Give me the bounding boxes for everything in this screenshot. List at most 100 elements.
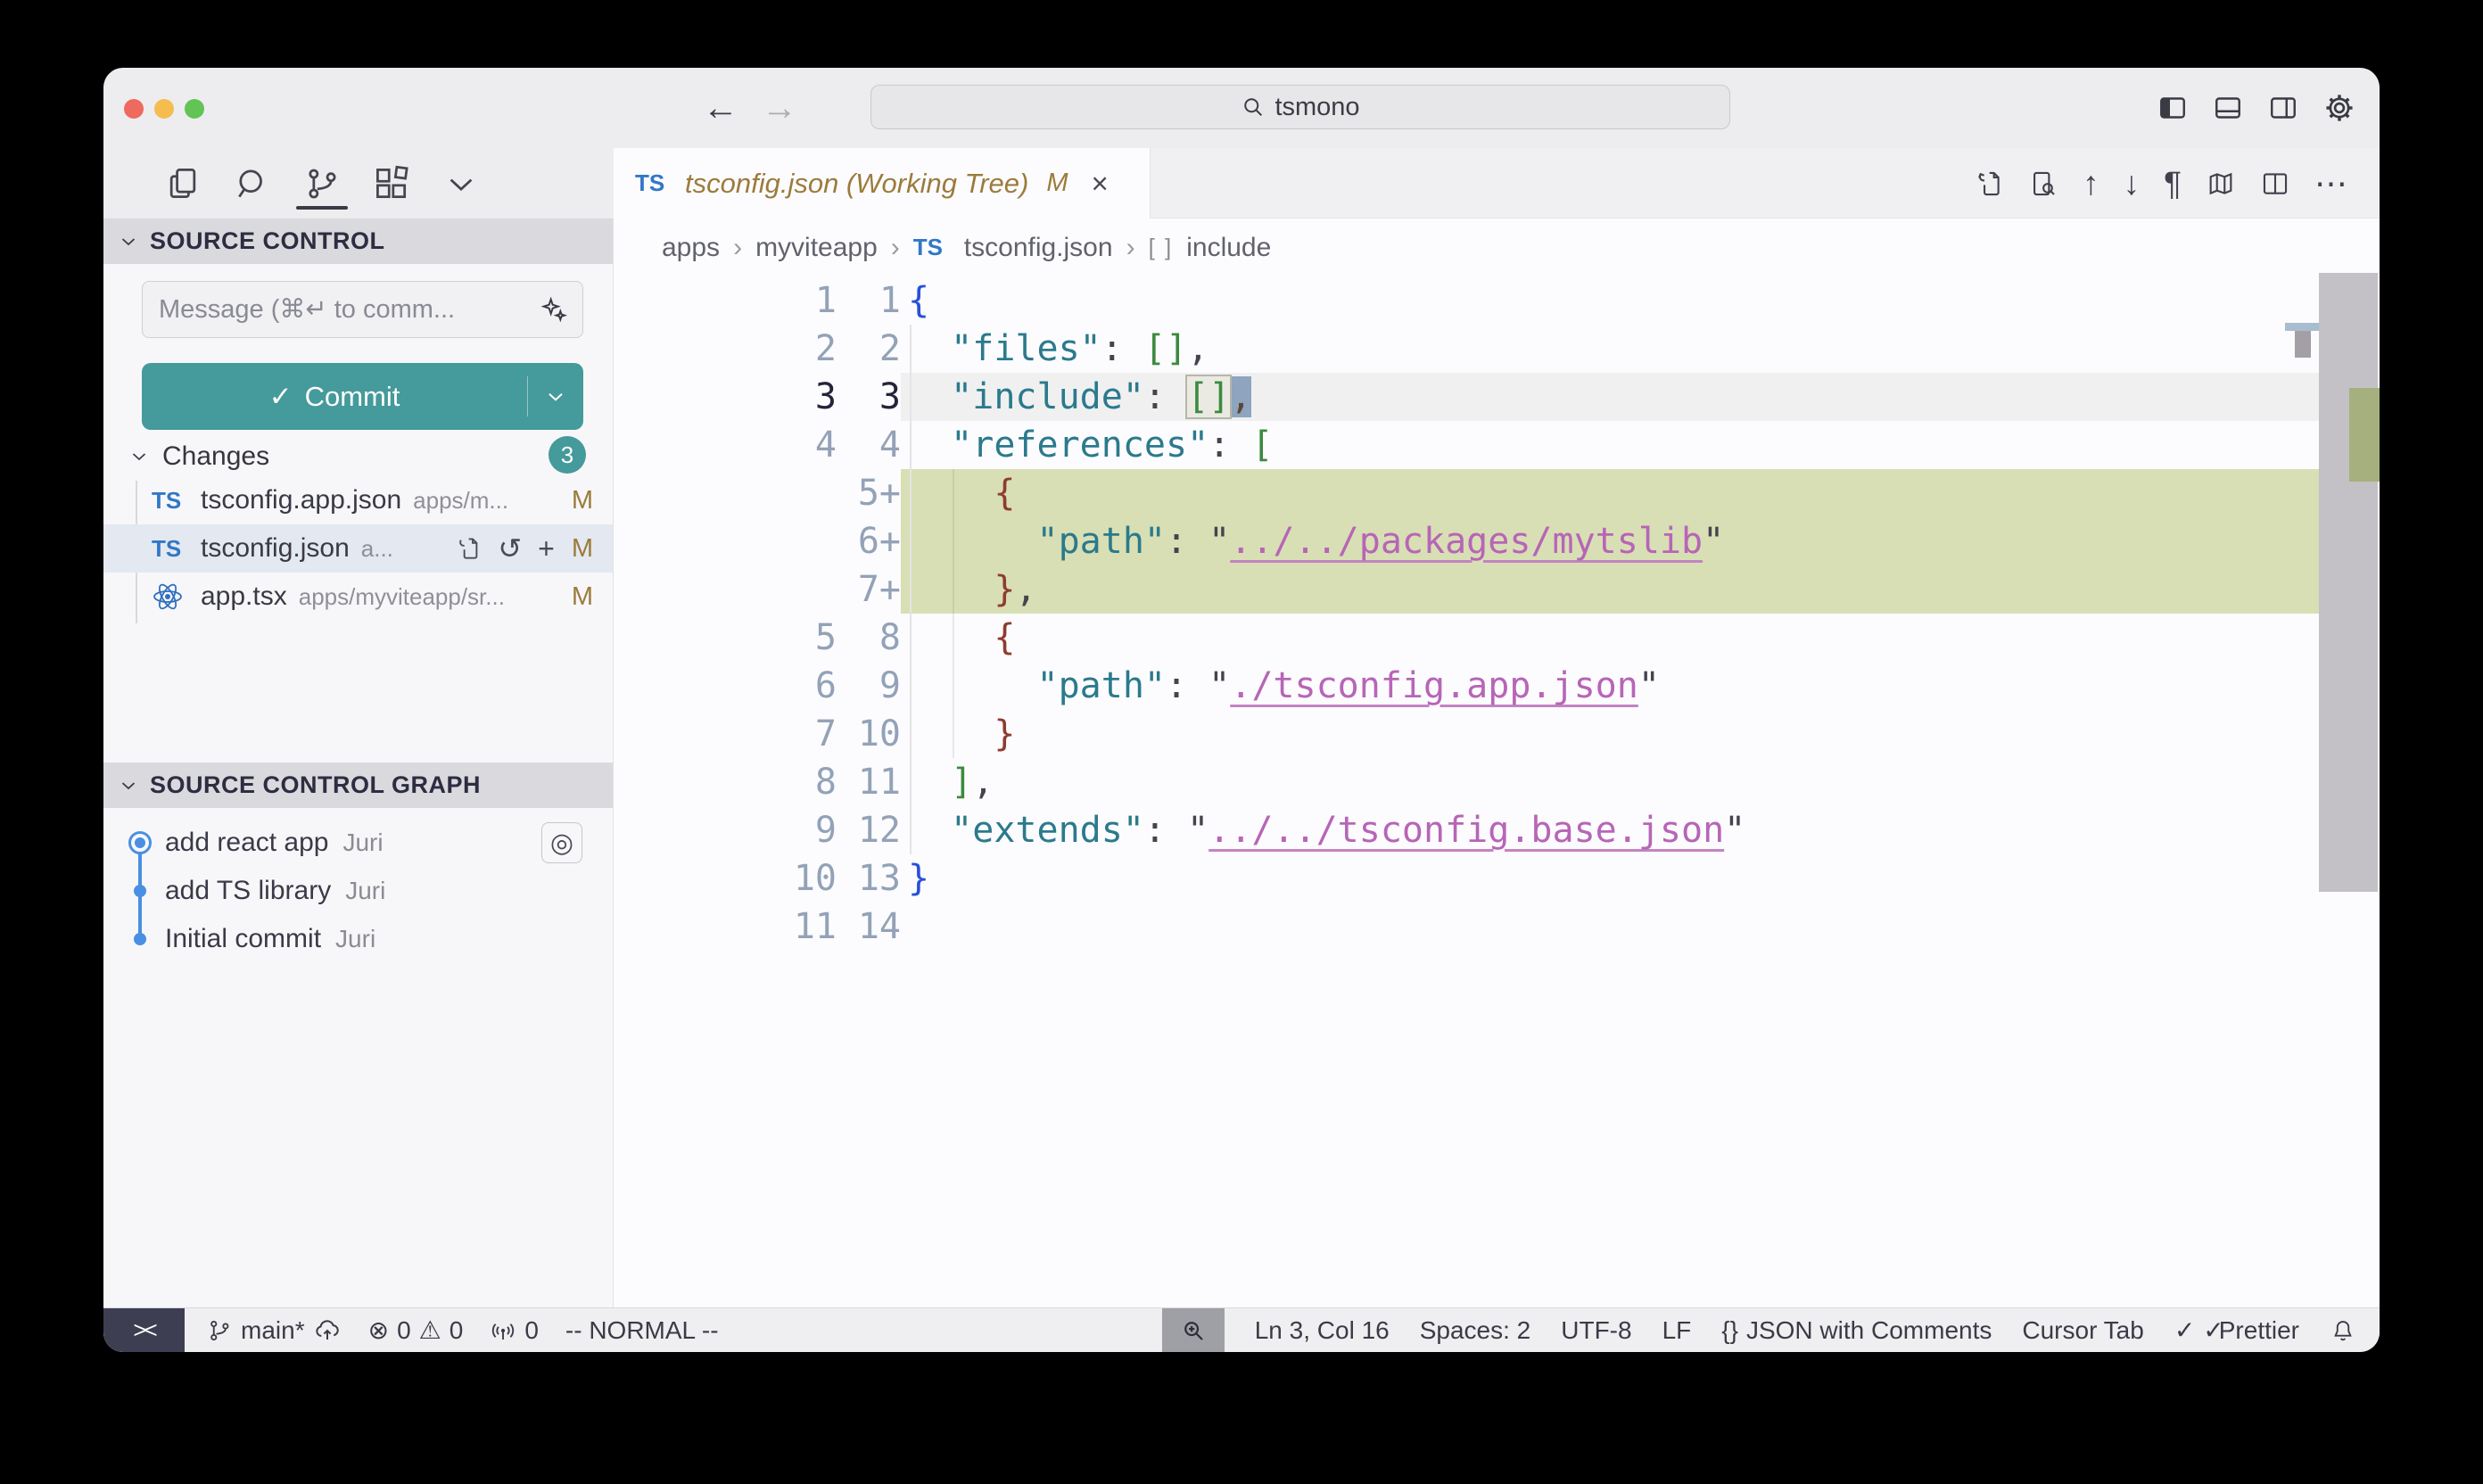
code-line[interactable]: 69 "path": "./tsconfig.app.json" <box>614 662 2380 710</box>
open-changes-icon[interactable] <box>1974 169 2004 199</box>
branch-status-item[interactable]: main* <box>206 1316 342 1345</box>
more-views-chevron-icon[interactable] <box>441 156 482 211</box>
extensions-icon[interactable] <box>371 156 412 211</box>
source-control-icon[interactable] <box>301 156 342 211</box>
sparkle-ai-icon[interactable] <box>540 295 568 324</box>
encoding-item[interactable]: UTF-8 <box>1561 1316 1631 1345</box>
forward-arrow-icon[interactable]: → <box>762 88 797 128</box>
split-editor-icon[interactable] <box>2260 169 2290 199</box>
code-line[interactable]: 912 "extends": "../../tsconfig.base.json… <box>614 806 2380 854</box>
code-token: " <box>1187 521 1230 562</box>
eol-item[interactable]: LF <box>1662 1316 1692 1345</box>
old-line-number: 6 <box>614 662 837 710</box>
ports-status-item[interactable]: 0 <box>490 1316 539 1345</box>
toggle-secondary-sidebar-icon[interactable] <box>2267 92 2299 124</box>
code-text: "references": [ <box>901 421 2319 469</box>
code-token: [] <box>1187 376 1230 417</box>
cursor-position-item[interactable]: Ln 3, Col 16 <box>1255 1316 1390 1345</box>
language-mode-item[interactable]: {} JSON with Comments <box>1721 1316 1992 1345</box>
minimize-window-button[interactable] <box>154 99 174 119</box>
commit-dropdown-button[interactable] <box>527 376 583 416</box>
code-area[interactable]: 11{22 "files": [],33 "include": [],44 "r… <box>614 276 2380 951</box>
code-line[interactable]: 22 "files": [], <box>614 325 2380 373</box>
more-actions-icon[interactable]: ⋯ <box>2314 167 2347 200</box>
breadcrumb-item-apps[interactable]: apps <box>662 233 720 263</box>
error-icon: ⊗ <box>368 1315 389 1345</box>
double-check-icon: ✓ <box>2174 1315 2195 1345</box>
close-window-button[interactable] <box>124 99 144 119</box>
commit-row[interactable]: Initial commitJuri <box>103 915 613 963</box>
toggle-sidebar-icon[interactable] <box>2157 92 2189 124</box>
code-token: ../../tsconfig.base.json <box>1209 810 1724 851</box>
code-text: { <box>901 469 2319 517</box>
code-line[interactable]: 58 { <box>614 614 2380 662</box>
source-control-graph-header[interactable]: SOURCE CONTROL GRAPH <box>103 763 613 808</box>
explorer-icon[interactable] <box>162 156 203 211</box>
commit-list: add react appJuriadd TS libraryJuriIniti… <box>103 819 613 963</box>
zoom-window-button[interactable] <box>185 99 204 119</box>
inline-view-icon[interactable] <box>2028 169 2058 199</box>
code-line[interactable]: 7+ }, <box>614 565 2380 614</box>
command-center-search[interactable]: tsmono <box>870 85 1730 129</box>
code-token: { <box>908 280 929 321</box>
commit-row[interactable]: add react appJuri <box>103 819 613 867</box>
source-control-header[interactable]: SOURCE CONTROL <box>103 218 613 264</box>
code-token: "path" <box>1037 521 1167 562</box>
open-file-icon[interactable] <box>455 535 482 562</box>
close-tab-icon[interactable]: × <box>1092 167 1109 201</box>
code-line[interactable]: 1114 <box>614 903 2380 951</box>
file-name: tsconfig.app.json <box>201 485 401 515</box>
next-change-icon[interactable]: ↓ <box>2124 167 2141 200</box>
commit-message-input[interactable] <box>157 294 540 326</box>
chevron-right-icon: › <box>891 233 900 263</box>
stage-changes-icon[interactable]: + <box>538 534 555 563</box>
goto-current-history-item-button[interactable]: ◎ <box>541 822 582 863</box>
problems-status-item[interactable]: ⊗ 0 ⚠ 0 <box>368 1315 464 1345</box>
zoom-indicator[interactable] <box>1162 1308 1225 1353</box>
code-line[interactable]: 1013} <box>614 854 2380 903</box>
map-icon[interactable] <box>2206 169 2236 199</box>
code-token: "include" <box>951 376 1144 417</box>
code-line[interactable]: 11{ <box>614 276 2380 325</box>
breadcrumb-item-myviteapp[interactable]: myviteapp <box>755 233 878 263</box>
remote-indicator[interactable]: >< <box>103 1308 185 1353</box>
code-line[interactable]: 5+ { <box>614 469 2380 517</box>
settings-gear-icon[interactable] <box>2322 91 2356 125</box>
formatter-item[interactable]: ✓✓ Prettier <box>2174 1315 2299 1345</box>
chevron-down-icon <box>128 446 150 467</box>
vim-mode-indicator[interactable]: -- NORMAL -- <box>565 1316 719 1345</box>
editor-scrollbar[interactable] <box>2319 273 2378 892</box>
indentation-item[interactable]: Spaces: 2 <box>1420 1316 1531 1345</box>
changes-section-header[interactable]: Changes 3 <box>103 434 613 479</box>
file-row[interactable]: app.tsxapps/myviteapp/sr...M <box>103 573 613 621</box>
commit-button[interactable]: ✓ Commit <box>142 363 583 430</box>
cursor-tab-item[interactable]: Cursor Tab <box>2022 1316 2143 1345</box>
commit-message: add TS library <box>165 876 331 906</box>
discard-changes-icon[interactable]: ↺ <box>498 534 522 563</box>
array-symbol-icon: [ ] <box>1149 234 1174 261</box>
tab-tsconfig-working-tree[interactable]: TS tsconfig.json (Working Tree) M × <box>614 148 1151 218</box>
back-arrow-icon[interactable]: ← <box>703 88 738 128</box>
code-line[interactable]: 44 "references": [ <box>614 421 2380 469</box>
file-row[interactable]: TStsconfig.app.jsonapps/m...M <box>103 476 613 524</box>
commit-button-label: Commit <box>305 381 400 413</box>
code-line[interactable]: 710 } <box>614 710 2380 758</box>
code-token <box>908 762 951 803</box>
code-line[interactable]: 6+ "path": "../../packages/mytslib" <box>614 517 2380 565</box>
code-token: : <box>1166 665 1187 706</box>
toggle-whitespace-icon[interactable]: ¶ <box>2164 167 2182 200</box>
breadcrumb-item-tsconfig[interactable]: tsconfig.json <box>964 233 1113 263</box>
code-line[interactable]: 33 "include": [], <box>614 373 2380 421</box>
notifications-bell-icon[interactable] <box>2330 1317 2356 1344</box>
changes-label: Changes <box>162 441 269 472</box>
commit-row[interactable]: add TS libraryJuri <box>103 867 613 915</box>
new-line-number: 4 <box>837 421 901 469</box>
file-row[interactable]: TStsconfig.jsona...↺+M <box>103 524 613 573</box>
old-line-number: 4 <box>614 421 837 469</box>
status-bar: >< main* ⊗ 0 ⚠ 0 0 -- NORMAL -- L <box>103 1307 2380 1352</box>
search-view-icon[interactable] <box>232 156 273 211</box>
code-line[interactable]: 811 ], <box>614 758 2380 806</box>
previous-change-icon[interactable]: ↑ <box>2083 167 2099 200</box>
breadcrumb-item-include[interactable]: include <box>1186 233 1271 263</box>
toggle-panel-icon[interactable] <box>2212 92 2244 124</box>
